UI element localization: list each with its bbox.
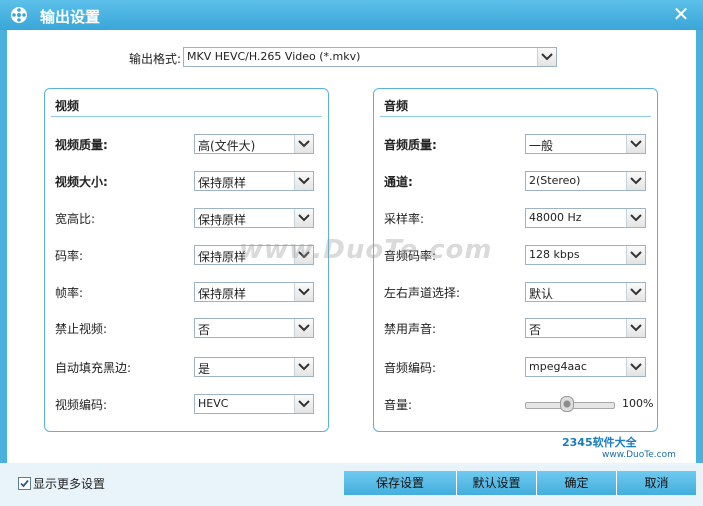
chevron-down-icon[interactable] <box>626 246 645 264</box>
volume-label: 音量: <box>384 398 413 412</box>
ok-button[interactable]: 确定 <box>537 471 617 495</box>
chevron-down-icon[interactable] <box>626 358 645 376</box>
film-reel-icon <box>11 7 27 23</box>
volume-slider-thumb[interactable] <box>560 396 574 412</box>
frame-rate-select[interactable]: 保持原样 <box>194 282 314 302</box>
audio-group-title: 音频 <box>384 99 409 113</box>
frame-rate-label: 帧率: <box>55 286 84 300</box>
video-size-label: 视频大小: <box>55 175 108 189</box>
show-more-checkbox[interactable] <box>18 477 31 490</box>
audio-codec-select[interactable]: mpeg4aac <box>525 357 646 377</box>
chevron-down-icon[interactable] <box>626 209 645 227</box>
video-codec-value: HEVC <box>198 397 229 410</box>
video-quality-value: 高(文件大) <box>198 139 256 153</box>
stereo-channel-select[interactable]: 默认 <box>525 282 646 302</box>
volume-value: 100% <box>622 397 654 410</box>
divider <box>380 116 651 117</box>
format-label: 输出格式: <box>129 52 182 66</box>
stereo-channel-value: 默认 <box>529 287 554 301</box>
save-settings-button[interactable]: 保存设置 <box>344 471 457 495</box>
video-codec-select[interactable]: HEVC <box>194 394 314 414</box>
audio-bitrate-value: 128 kbps <box>529 248 580 261</box>
dialog-body: 输出格式: MKV HEVC/H.265 Video (*.mkv) 视频 音频… <box>7 30 696 463</box>
chevron-down-icon[interactable] <box>626 283 645 301</box>
stereo-channel-label: 左右声道选择: <box>384 286 461 300</box>
frame-rate-value: 保持原样 <box>198 287 247 301</box>
audio-codec-label: 音频编码: <box>384 361 437 375</box>
audio-quality-label: 音频质量: <box>384 138 437 152</box>
watermark-text: www.DuoTe.com <box>239 235 493 265</box>
channel-value: 2(Stereo) <box>529 174 581 187</box>
default-settings-button[interactable]: 默认设置 <box>457 471 537 495</box>
chevron-down-icon[interactable] <box>294 283 313 301</box>
disable-video-select[interactable]: 否 <box>194 318 314 338</box>
video-codec-label: 视频编码: <box>55 398 108 412</box>
footer-bar: 显示更多设置 保存设置 默认设置 确定 取消 <box>0 463 703 506</box>
video-size-select[interactable]: 保持原样 <box>194 171 314 191</box>
aspect-ratio-value: 保持原样 <box>198 213 247 227</box>
disable-video-value: 否 <box>198 323 211 337</box>
sample-rate-label: 采样率: <box>384 212 425 226</box>
close-icon[interactable]: ✕ <box>671 4 691 24</box>
auto-letterbox-label: 自动填充黑边: <box>55 361 132 375</box>
audio-quality-select[interactable]: 一般 <box>525 134 646 154</box>
mute-value: 否 <box>529 323 542 337</box>
mute-label: 禁用声音: <box>384 322 437 336</box>
sample-rate-select[interactable]: 48000 Hz <box>525 208 646 228</box>
checkmark-icon <box>20 479 29 488</box>
audio-quality-value: 一般 <box>529 139 554 153</box>
video-bitrate-label: 码率: <box>55 249 84 263</box>
show-more-label[interactable]: 显示更多设置 <box>33 475 105 492</box>
format-select[interactable]: MKV HEVC/H.265 Video (*.mkv) <box>183 47 557 67</box>
video-size-value: 保持原样 <box>198 176 247 190</box>
chevron-down-icon[interactable] <box>294 395 313 413</box>
video-quality-label: 视频质量: <box>55 138 108 152</box>
auto-letterbox-select[interactable]: 是 <box>194 357 314 377</box>
disable-video-label: 禁止视频: <box>55 322 108 336</box>
title-bar: 输出设置 ✕ <box>0 0 703 30</box>
chevron-down-icon[interactable] <box>626 172 645 190</box>
chevron-down-icon[interactable] <box>294 319 313 337</box>
sample-rate-value: 48000 Hz <box>529 211 582 224</box>
brand-name: 2345软件大全 <box>562 436 637 449</box>
chevron-down-icon[interactable] <box>626 135 645 153</box>
mute-select[interactable]: 否 <box>525 318 646 338</box>
brand-url: www.DuoTe.com <box>602 450 676 460</box>
video-quality-select[interactable]: 高(文件大) <box>194 134 314 154</box>
audio-bitrate-select[interactable]: 128 kbps <box>525 245 646 265</box>
cancel-button[interactable]: 取消 <box>617 471 696 495</box>
divider <box>51 116 322 117</box>
auto-letterbox-value: 是 <box>198 362 211 376</box>
channel-label: 通道: <box>384 175 413 189</box>
chevron-down-icon[interactable] <box>626 319 645 337</box>
aspect-ratio-label: 宽高比: <box>55 212 96 226</box>
chevron-down-icon[interactable] <box>294 172 313 190</box>
chevron-down-icon[interactable] <box>294 358 313 376</box>
chevron-down-icon[interactable] <box>294 135 313 153</box>
brand-logo: 2345软件大全 www.DuoTe.com <box>562 434 676 460</box>
aspect-ratio-select[interactable]: 保持原样 <box>194 208 314 228</box>
format-value: MKV HEVC/H.265 Video (*.mkv) <box>187 50 361 63</box>
window-title: 输出设置 <box>40 8 101 26</box>
audio-codec-value: mpeg4aac <box>529 360 587 373</box>
video-group-title: 视频 <box>55 99 80 113</box>
chevron-down-icon[interactable] <box>537 48 556 66</box>
chevron-down-icon[interactable] <box>294 209 313 227</box>
channel-select[interactable]: 2(Stereo) <box>525 171 646 191</box>
